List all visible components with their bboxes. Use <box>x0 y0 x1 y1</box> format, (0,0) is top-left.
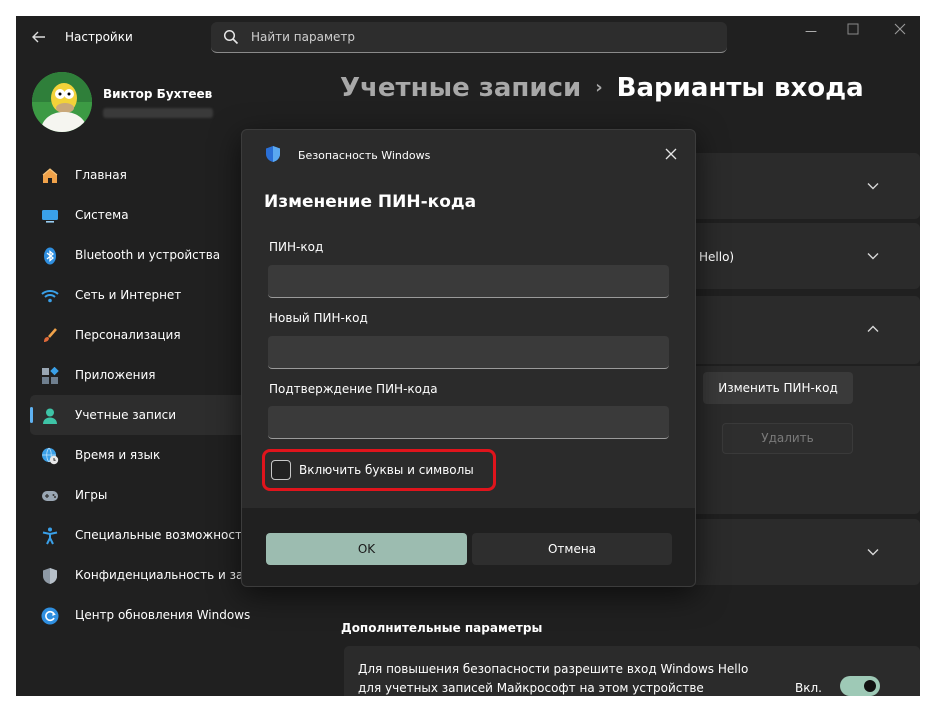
apps-icon <box>41 366 59 385</box>
sidebar-item-label: Система <box>75 208 129 222</box>
section-title: Дополнительные параметры <box>341 621 543 635</box>
breadcrumb-parent[interactable]: Учетные записи <box>340 73 581 103</box>
update-icon <box>41 607 59 625</box>
confirm-pin-field[interactable] <box>268 406 669 439</box>
back-arrow-icon[interactable] <box>30 28 48 46</box>
info-line-2: для учетных записей Майкрософт на этом у… <box>358 681 704 695</box>
active-indicator <box>30 407 33 423</box>
dialog-title: Изменение ПИН-кода <box>264 192 477 212</box>
gamepad-icon <box>41 487 59 505</box>
breadcrumb-separator: › <box>595 77 603 98</box>
sidebar-item-personalization[interactable]: Персонализация <box>30 315 260 355</box>
dialog-caption: Безопасность Windows <box>298 149 431 162</box>
chevron-down-icon <box>866 545 880 559</box>
sidebar-item-privacy[interactable]: Конфиденциальность и защита <box>30 555 277 595</box>
close-icon[interactable] <box>664 147 678 161</box>
settings-window: Настройки — Виктор Бу <box>16 16 920 696</box>
new-pin-input[interactable] <box>268 336 669 368</box>
hello-only-card: Для повышения безопасности разрешите вхо… <box>344 646 920 696</box>
accessibility-icon <box>41 527 59 545</box>
chevron-down-icon <box>866 179 880 193</box>
toggle-state-label: Вкл. <box>795 681 822 695</box>
letters-symbols-checkbox[interactable] <box>271 460 291 480</box>
user-email-blurred <box>103 108 213 118</box>
title-bar: Настройки — <box>16 16 920 60</box>
avatar <box>32 72 92 132</box>
sidebar-item-label: Персонализация <box>75 328 181 342</box>
sidebar-item-apps[interactable]: Приложения <box>30 355 260 395</box>
breadcrumb: Учетные записи › Варианты входа <box>340 73 864 103</box>
page-title: Варианты входа <box>616 73 864 103</box>
sidebar-item-home[interactable]: Главная <box>30 155 260 195</box>
change-pin-button[interactable]: Изменить ПИН-код <box>703 372 853 404</box>
windows-security-icon <box>264 145 282 163</box>
card-partial-text: Hello) <box>699 250 735 264</box>
minimize-icon[interactable]: — <box>800 22 822 40</box>
sidebar-item-windows-update[interactable]: Центр обновления Windows <box>30 595 260 635</box>
chevron-down-icon <box>866 249 880 263</box>
search-box[interactable] <box>211 22 727 53</box>
new-pin-field[interactable] <box>268 336 669 369</box>
bluetooth-icon <box>41 247 59 265</box>
highlight-box: Включить буквы и символы <box>262 449 496 491</box>
shield-icon <box>41 567 59 585</box>
close-window-icon[interactable] <box>889 22 911 40</box>
account-icon <box>41 407 59 425</box>
home-icon <box>41 167 59 185</box>
system-icon <box>41 207 59 225</box>
sidebar-nav: Главная Система Bluetooth и устройства С… <box>30 155 277 635</box>
toggle-knob <box>864 680 876 692</box>
maximize-icon[interactable] <box>842 22 864 40</box>
sidebar-item-label: Bluetooth и устройства <box>75 248 221 262</box>
pin-input[interactable] <box>268 265 669 297</box>
sidebar-item-gaming[interactable]: Игры <box>30 475 260 515</box>
sidebar-item-network[interactable]: Сеть и Интернет <box>30 275 260 315</box>
sidebar-item-label: Игры <box>75 488 108 502</box>
sidebar-item-label: Главная <box>75 168 127 182</box>
sidebar-item-label: Учетные записи <box>75 408 177 422</box>
sidebar-item-time-language[interactable]: Время и язык <box>30 435 260 475</box>
confirm-pin-label: Подтверждение ПИН-кода <box>269 382 438 396</box>
sidebar-item-label: Специальные возможности <box>75 528 250 542</box>
pin-label: ПИН-код <box>269 240 324 254</box>
remove-button[interactable]: Удалить <box>722 423 853 454</box>
pin-field[interactable] <box>268 265 669 298</box>
sidebar-item-accounts[interactable]: Учетные записи <box>30 395 260 435</box>
user-name: Виктор Бухтеев <box>103 87 213 101</box>
sidebar-item-system[interactable]: Система <box>30 195 260 235</box>
brush-icon <box>41 327 59 345</box>
info-line-1: Для повышения безопасности разрешите вхо… <box>358 662 749 676</box>
globe-clock-icon <box>41 447 59 465</box>
ok-button[interactable]: OK <box>266 533 467 565</box>
search-icon <box>223 29 239 45</box>
sidebar-item-label: Сеть и Интернет <box>75 288 182 302</box>
search-input[interactable] <box>251 22 711 52</box>
change-pin-dialog: Безопасность Windows Изменение ПИН-кода … <box>241 129 696 587</box>
chevron-up-icon <box>866 322 880 336</box>
cancel-button[interactable]: Отмена <box>472 533 672 565</box>
confirm-pin-input[interactable] <box>268 406 669 438</box>
sidebar-item-label: Время и язык <box>75 448 161 462</box>
checkbox-label[interactable]: Включить буквы и символы <box>299 463 474 477</box>
hello-toggle[interactable] <box>840 676 880 696</box>
sidebar-item-accessibility[interactable]: Специальные возможности <box>30 515 260 555</box>
sidebar-item-bluetooth[interactable]: Bluetooth и устройства <box>30 235 260 275</box>
wifi-icon <box>41 287 59 305</box>
sidebar-item-label: Центр обновления Windows <box>75 608 251 622</box>
sidebar-item-label: Приложения <box>75 368 156 382</box>
app-title: Настройки <box>65 30 133 44</box>
new-pin-label: Новый ПИН-код <box>269 311 368 325</box>
dialog-footer: OK Отмена <box>242 508 695 586</box>
